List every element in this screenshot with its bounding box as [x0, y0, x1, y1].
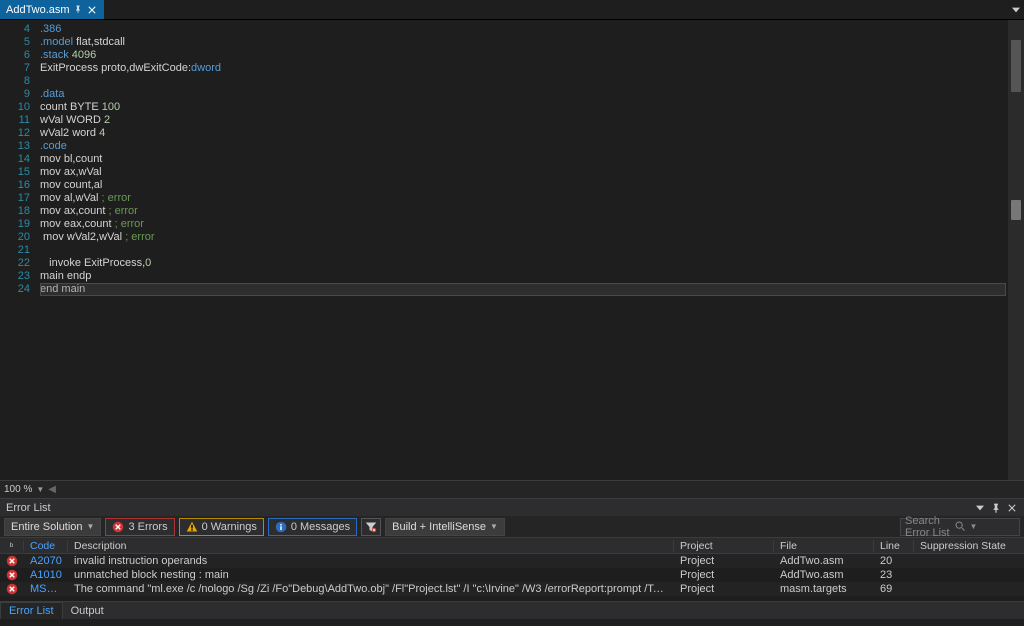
error-row[interactable]: A2070invalid instruction operandsProject…	[0, 554, 1024, 568]
col-file[interactable]: File	[774, 540, 874, 552]
errorlist-toolbar: Entire Solution ▼ 3 Errors 0 Warnings 0 …	[0, 516, 1024, 538]
code-editor[interactable]: 456789101112131415161718192021222324 .38…	[0, 20, 1024, 480]
scroll-left-icon[interactable]: ◀	[48, 484, 56, 495]
document-tab-bar: AddTwo.asm	[0, 0, 1024, 20]
chevron-down-icon: ▼	[970, 522, 1016, 531]
error-project: Project	[674, 555, 774, 567]
col-line[interactable]: Line	[874, 540, 914, 552]
search-placeholder: Search Error List	[905, 515, 951, 539]
error-line: 20	[874, 555, 914, 567]
editor-status-bar: 100 % ▼ ◀	[0, 480, 1024, 498]
warnings-filter-button[interactable]: 0 Warnings	[179, 518, 264, 536]
error-file: masm.targets	[774, 583, 874, 595]
tab-overflow-dropdown[interactable]	[1008, 0, 1024, 19]
scope-label: Entire Solution	[11, 521, 83, 533]
error-line: 69	[874, 583, 914, 595]
scrollbar-thumb[interactable]	[1011, 40, 1021, 92]
vertical-scrollbar[interactable]	[1008, 20, 1024, 480]
col-icon[interactable]: ᵇ	[0, 541, 24, 551]
zoom-level[interactable]: 100 %	[4, 484, 32, 495]
tab-error-list[interactable]: Error List	[0, 602, 63, 619]
error-file: AddTwo.asm	[774, 569, 874, 581]
error-description: The command "ml.exe /c /nologo /Sg /Zi /…	[68, 583, 674, 595]
error-code: MSB3721	[24, 583, 68, 595]
error-code: A1010	[24, 569, 68, 581]
error-file: AddTwo.asm	[774, 555, 874, 567]
chevron-down-icon[interactable]: ▼	[36, 485, 44, 494]
col-code[interactable]: Code	[24, 540, 68, 552]
close-icon[interactable]	[86, 4, 98, 16]
error-row[interactable]: A1010unmatched block nesting : mainProje…	[0, 568, 1024, 582]
warnings-count: 0 Warnings	[202, 521, 257, 533]
error-line: 23	[874, 569, 914, 581]
col-suppression[interactable]: Suppression State	[914, 540, 1024, 552]
error-icon	[0, 583, 24, 595]
errors-filter-button[interactable]: 3 Errors	[105, 518, 174, 536]
chevron-down-icon: ▼	[87, 522, 95, 531]
col-project[interactable]: Project	[674, 540, 774, 552]
close-icon[interactable]	[1006, 502, 1018, 514]
build-mode-combo[interactable]: Build + IntelliSense ▼	[385, 518, 505, 536]
error-code: A2070	[24, 555, 68, 567]
error-project: Project	[674, 583, 774, 595]
error-description: invalid instruction operands	[68, 555, 674, 567]
chevron-down-icon: ▼	[490, 522, 498, 531]
error-icon	[0, 569, 24, 581]
errorlist-grid-body: A2070invalid instruction operandsProject…	[0, 554, 1024, 596]
errors-count: 3 Errors	[128, 521, 167, 533]
errorlist-search-input[interactable]: Search Error List ▼	[900, 518, 1020, 536]
error-row[interactable]: MSB3721The command "ml.exe /c /nologo /S…	[0, 582, 1024, 596]
col-description[interactable]: Description	[68, 540, 674, 552]
tab-title: AddTwo.asm	[6, 4, 70, 16]
build-mode-label: Build + IntelliSense	[392, 521, 486, 533]
chevron-down-icon[interactable]	[974, 502, 986, 514]
pin-icon[interactable]	[990, 502, 1002, 514]
messages-count: 0 Messages	[291, 521, 350, 533]
error-icon	[0, 555, 24, 567]
filter-icon[interactable]	[361, 518, 381, 536]
search-icon	[955, 521, 966, 532]
error-project: Project	[674, 569, 774, 581]
output-tabs: Error List Output	[0, 601, 1024, 619]
error-description: unmatched block nesting : main	[68, 569, 674, 581]
scope-combo[interactable]: Entire Solution ▼	[4, 518, 101, 536]
errorlist-title: Error List	[6, 502, 51, 514]
messages-filter-button[interactable]: 0 Messages	[268, 518, 357, 536]
errorlist-panel-header: Error List	[0, 498, 1024, 516]
line-number-gutter: 456789101112131415161718192021222324	[0, 20, 40, 480]
scrollbar-marker	[1011, 200, 1021, 220]
tab-output[interactable]: Output	[63, 603, 112, 619]
document-tab[interactable]: AddTwo.asm	[0, 0, 104, 19]
pin-icon[interactable]	[74, 4, 82, 16]
code-content[interactable]: .386.model flat,stdcall.stack 4096ExitPr…	[40, 20, 1024, 480]
errorlist-grid-header[interactable]: ᵇ Code Description Project File Line Sup…	[0, 538, 1024, 554]
